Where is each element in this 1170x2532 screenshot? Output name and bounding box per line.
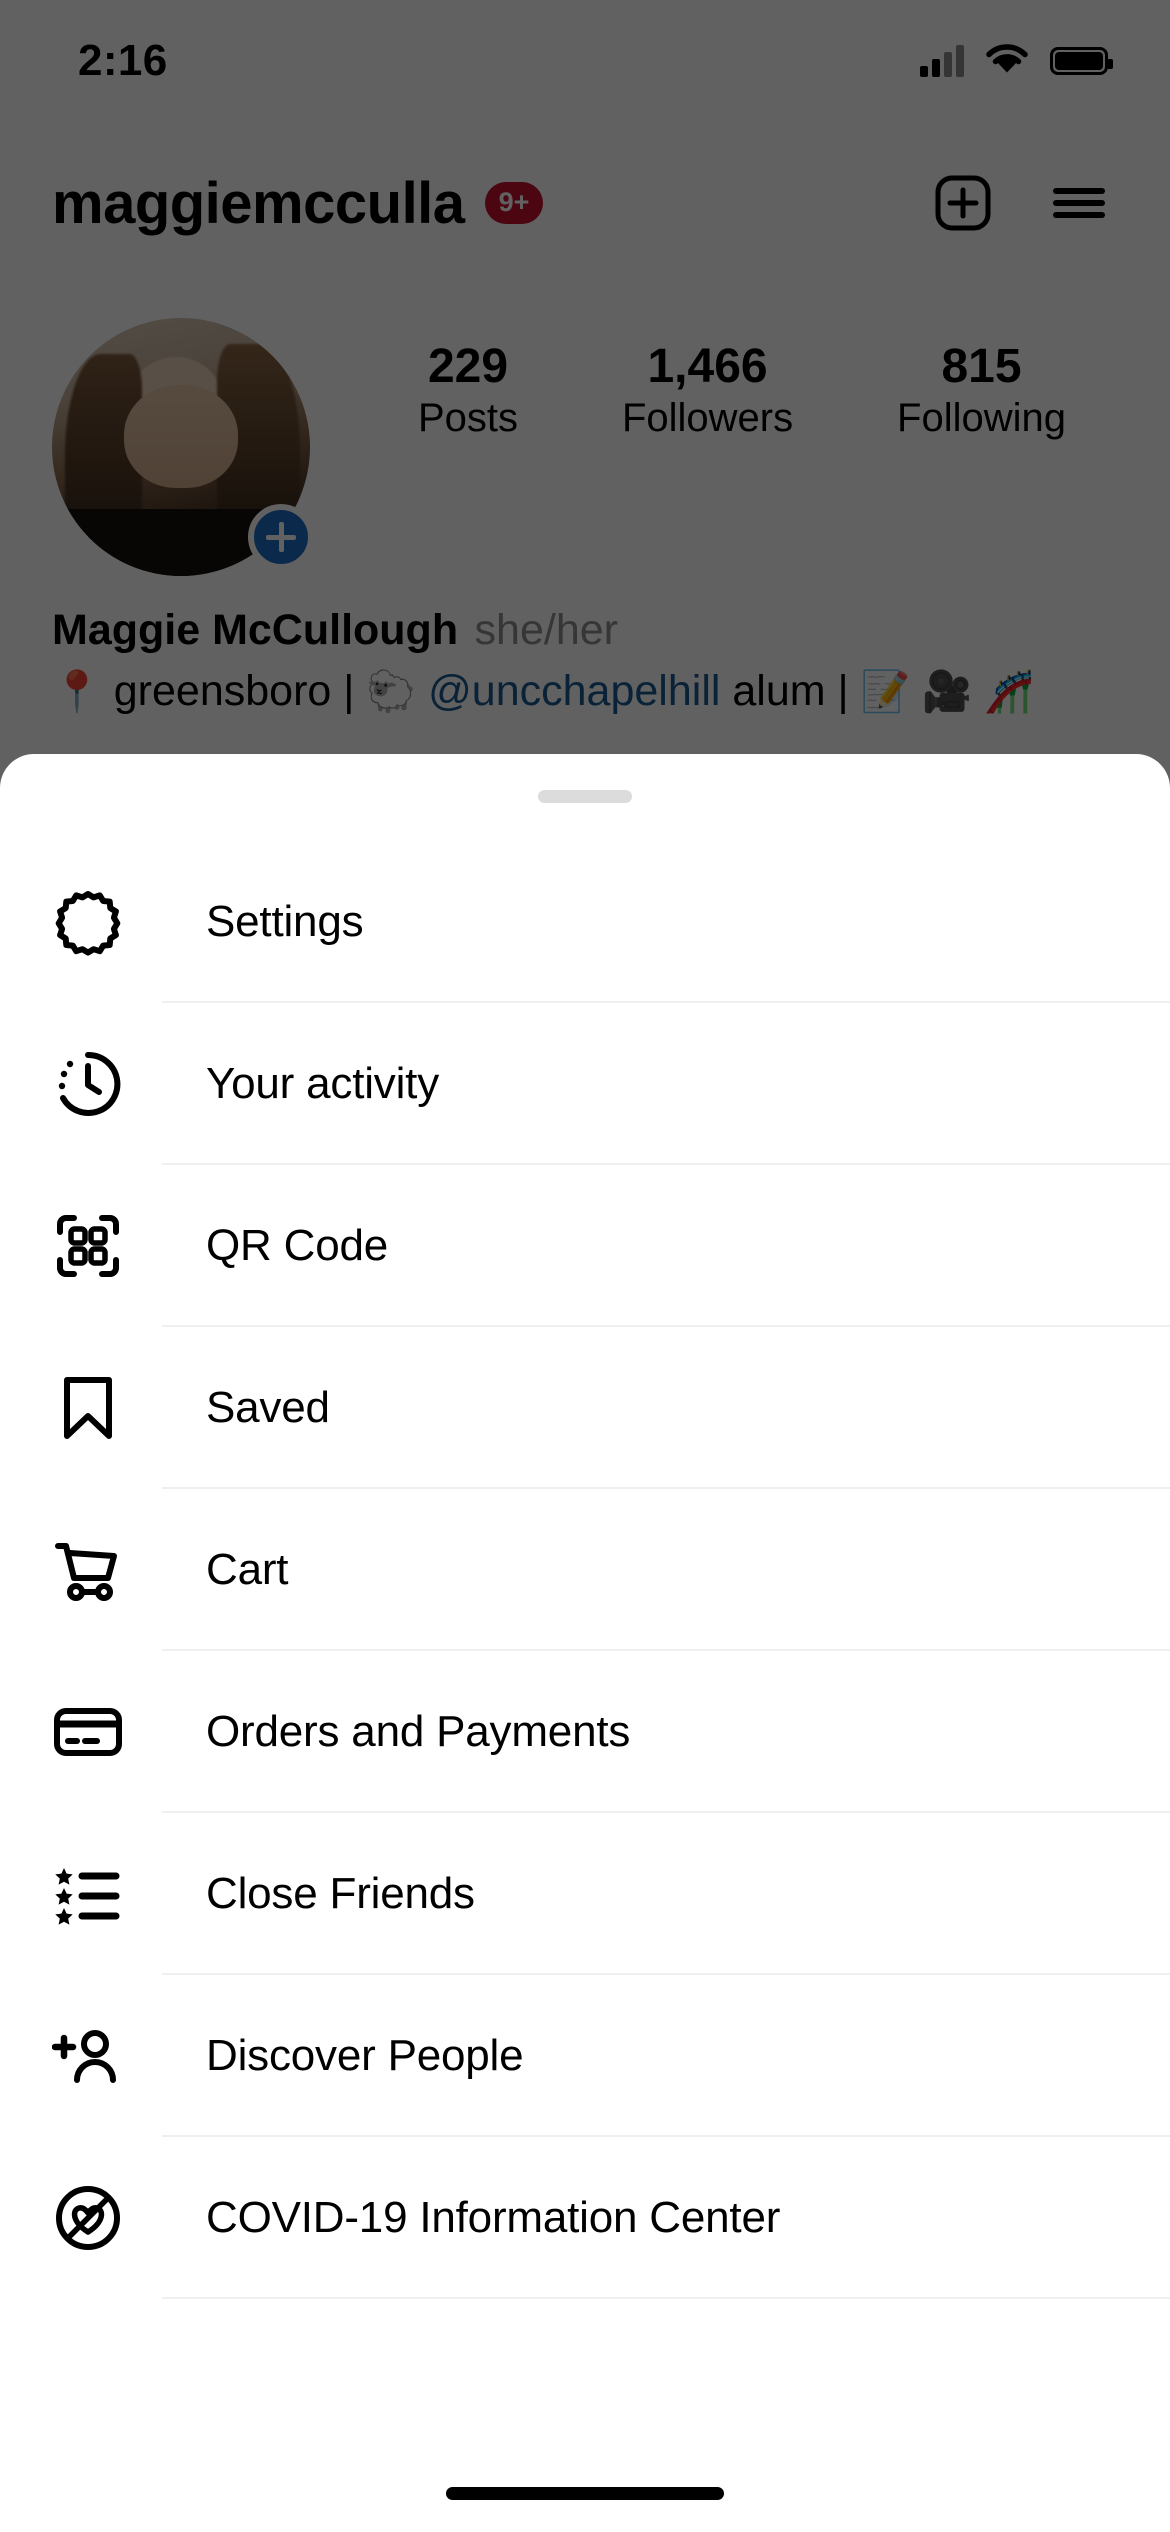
menu-divider bbox=[162, 2297, 1170, 2299]
shopping-cart-icon bbox=[52, 1534, 124, 1606]
bottom-sheet-menu: Settings Your activity QR Code Saved Car… bbox=[0, 754, 1170, 2532]
star-list-icon bbox=[52, 1858, 124, 1930]
person-plus-icon bbox=[52, 2020, 124, 2092]
gear-icon bbox=[52, 886, 124, 958]
menu-item-covid-19-information-center[interactable]: COVID-19 Information Center bbox=[0, 2137, 1170, 2299]
menu-item-orders-and-payments[interactable]: Orders and Payments bbox=[0, 1651, 1170, 1813]
clock-activity-icon bbox=[52, 1048, 124, 1120]
menu-item-close-friends[interactable]: Close Friends bbox=[0, 1813, 1170, 1975]
menu-item-label: Orders and Payments bbox=[206, 1707, 631, 1756]
bookmark-icon bbox=[52, 1372, 124, 1444]
menu-item-label: Saved bbox=[206, 1383, 330, 1432]
home-indicator[interactable] bbox=[446, 2487, 724, 2500]
heart-circle-icon bbox=[52, 2182, 124, 2254]
credit-card-icon bbox=[52, 1696, 124, 1768]
menu-item-settings[interactable]: Settings bbox=[0, 841, 1170, 1003]
menu-item-qr-code[interactable]: QR Code bbox=[0, 1165, 1170, 1327]
qr-code-icon bbox=[52, 1210, 124, 1282]
menu-item-label: Settings bbox=[206, 897, 364, 946]
menu-item-label: Close Friends bbox=[206, 1869, 475, 1918]
menu-item-saved[interactable]: Saved bbox=[0, 1327, 1170, 1489]
sheet-drag-handle[interactable] bbox=[538, 790, 632, 803]
menu-item-your-activity[interactable]: Your activity bbox=[0, 1003, 1170, 1165]
menu-item-label: Discover People bbox=[206, 2031, 524, 2080]
menu-item-label: QR Code bbox=[206, 1221, 389, 1270]
menu-item-label: Cart bbox=[206, 1545, 289, 1594]
menu-item-cart[interactable]: Cart bbox=[0, 1489, 1170, 1651]
menu-item-label: COVID-19 Information Center bbox=[206, 2193, 781, 2242]
menu-item-label: Your activity bbox=[206, 1059, 439, 1108]
menu-list: Settings Your activity QR Code Saved Car… bbox=[0, 841, 1170, 2299]
menu-item-discover-people[interactable]: Discover People bbox=[0, 1975, 1170, 2137]
